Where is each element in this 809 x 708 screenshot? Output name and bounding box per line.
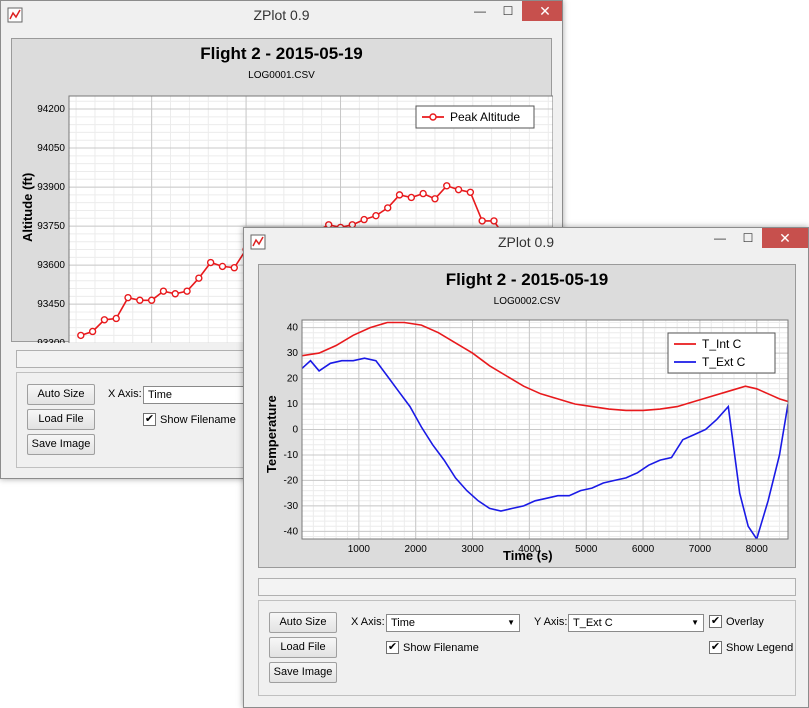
y-tick-label: 94200 [37,104,65,115]
maximize-button[interactable]: ☐ [734,228,762,248]
data-point [431,195,439,203]
show-filename-label: Show Filename [403,642,479,654]
y-tick-label: -40 [284,526,299,537]
title-bar[interactable]: ZPlot 0.9 — ☐ ✕ [244,228,808,256]
x-axis-select-value: Time [148,389,173,401]
load-file-button[interactable]: Load File [27,409,95,430]
overlay-checkbox[interactable]: ✔ [709,615,722,628]
data-point [218,262,227,271]
zplot-window-2: ZPlot 0.9 — ☐ ✕ Flight 2 - 2015-05-19 LO… [243,227,809,708]
y-tick-label: 30 [287,348,299,359]
y-tick-label: 93900 [37,182,65,193]
x-tick-label: 5000 [575,544,598,555]
x-tick-label: 8000 [746,544,769,555]
y-tick-label: 93750 [37,221,65,232]
title-bar[interactable]: ZPlot 0.9 — ☐ ✕ [1,1,562,29]
data-point [88,327,97,336]
maximize-button[interactable]: ☐ [494,1,522,21]
auto-size-button[interactable]: Auto Size [269,612,337,633]
legend-label: T_Int C [702,337,742,351]
data-point [112,314,120,323]
data-point [384,204,392,212]
data-point [230,264,238,272]
auto-size-button[interactable]: Auto Size [27,384,95,405]
y-tick-label: 94050 [37,143,65,154]
minimize-button[interactable]: — [706,228,734,248]
y-tick-label: 40 [287,323,299,334]
data-point [407,193,416,202]
data-point [195,274,203,282]
save-image-button[interactable]: Save Image [27,434,95,455]
x-axis-select[interactable]: Time [143,386,253,404]
data-point [171,290,179,298]
status-bar [258,578,796,596]
data-point [443,182,451,190]
data-point [100,316,109,324]
data-point [136,296,144,304]
y-tick-label: 93600 [37,260,65,271]
chart-panel: Flight 2 - 2015-05-19 LOG0002.CSV Temper… [258,264,796,568]
y-tick-label: 93300 [37,338,65,343]
control-panel: Auto Size Load File Save Image X Axis: T… [258,600,796,696]
data-point [466,188,475,196]
data-point [183,287,191,295]
chevron-down-icon: ▼ [691,618,699,627]
data-point [454,185,463,194]
x-axis-label: X Axis: [108,388,142,400]
y-tick-label: 93450 [37,299,65,310]
data-point [478,217,486,225]
y-axis-label: Y Axis: [534,616,568,628]
data-point [159,287,168,295]
y-tick-label: 20 [287,374,299,385]
x-axis-label: X Axis: [351,616,385,628]
x-tick-label: 7000 [689,544,712,555]
data-point [372,211,380,220]
close-button[interactable]: ✕ [522,1,562,21]
x-axis-select-value: Time [391,617,416,629]
overlay-label: Overlay [726,616,764,628]
data-point [360,215,368,224]
x-tick-label: 4000 [518,544,541,555]
load-file-button[interactable]: Load File [269,637,337,658]
y-tick-label: 0 [292,425,298,436]
save-image-button[interactable]: Save Image [269,662,337,683]
x-tick-label: 3000 [461,544,484,555]
x-tick-label: 1000 [348,544,371,555]
y-axis-select[interactable]: T_Ext C ▼ [568,614,704,632]
data-point [490,217,498,225]
legend-label: T_Ext C [702,355,746,369]
show-filename-label: Show Filename [160,414,236,426]
data-point [147,296,156,304]
data-point [206,258,215,267]
show-filename-checkbox[interactable]: ✔ [386,641,399,654]
y-axis-select-value: T_Ext C [573,617,613,629]
data-point [419,189,427,198]
x-axis-select[interactable]: Time ▼ [386,614,520,632]
y-tick-label: 10 [287,399,299,410]
chevron-down-icon: ▼ [507,618,515,627]
show-legend-checkbox[interactable]: ✔ [709,641,722,654]
x-tick-label: 6000 [632,544,655,555]
temperature-chart[interactable]: 1000 2000 3000 4000 5000 6000 7000 8000 -40 -30 -2… [259,265,797,569]
y-tick-label: -20 [284,475,299,486]
data-point [124,293,132,302]
y-tick-label: -30 [284,501,299,512]
legend-marker [429,113,437,121]
legend-label: Peak Altitude [450,110,520,124]
show-legend-label: Show Legend [726,642,794,654]
data-point [77,331,85,340]
close-button[interactable]: ✕ [762,228,808,248]
data-point [395,191,404,199]
y-tick-label: -10 [284,450,299,461]
minimize-button[interactable]: — [466,1,494,21]
show-filename-checkbox[interactable]: ✔ [143,413,156,426]
x-tick-label: 2000 [405,544,428,555]
